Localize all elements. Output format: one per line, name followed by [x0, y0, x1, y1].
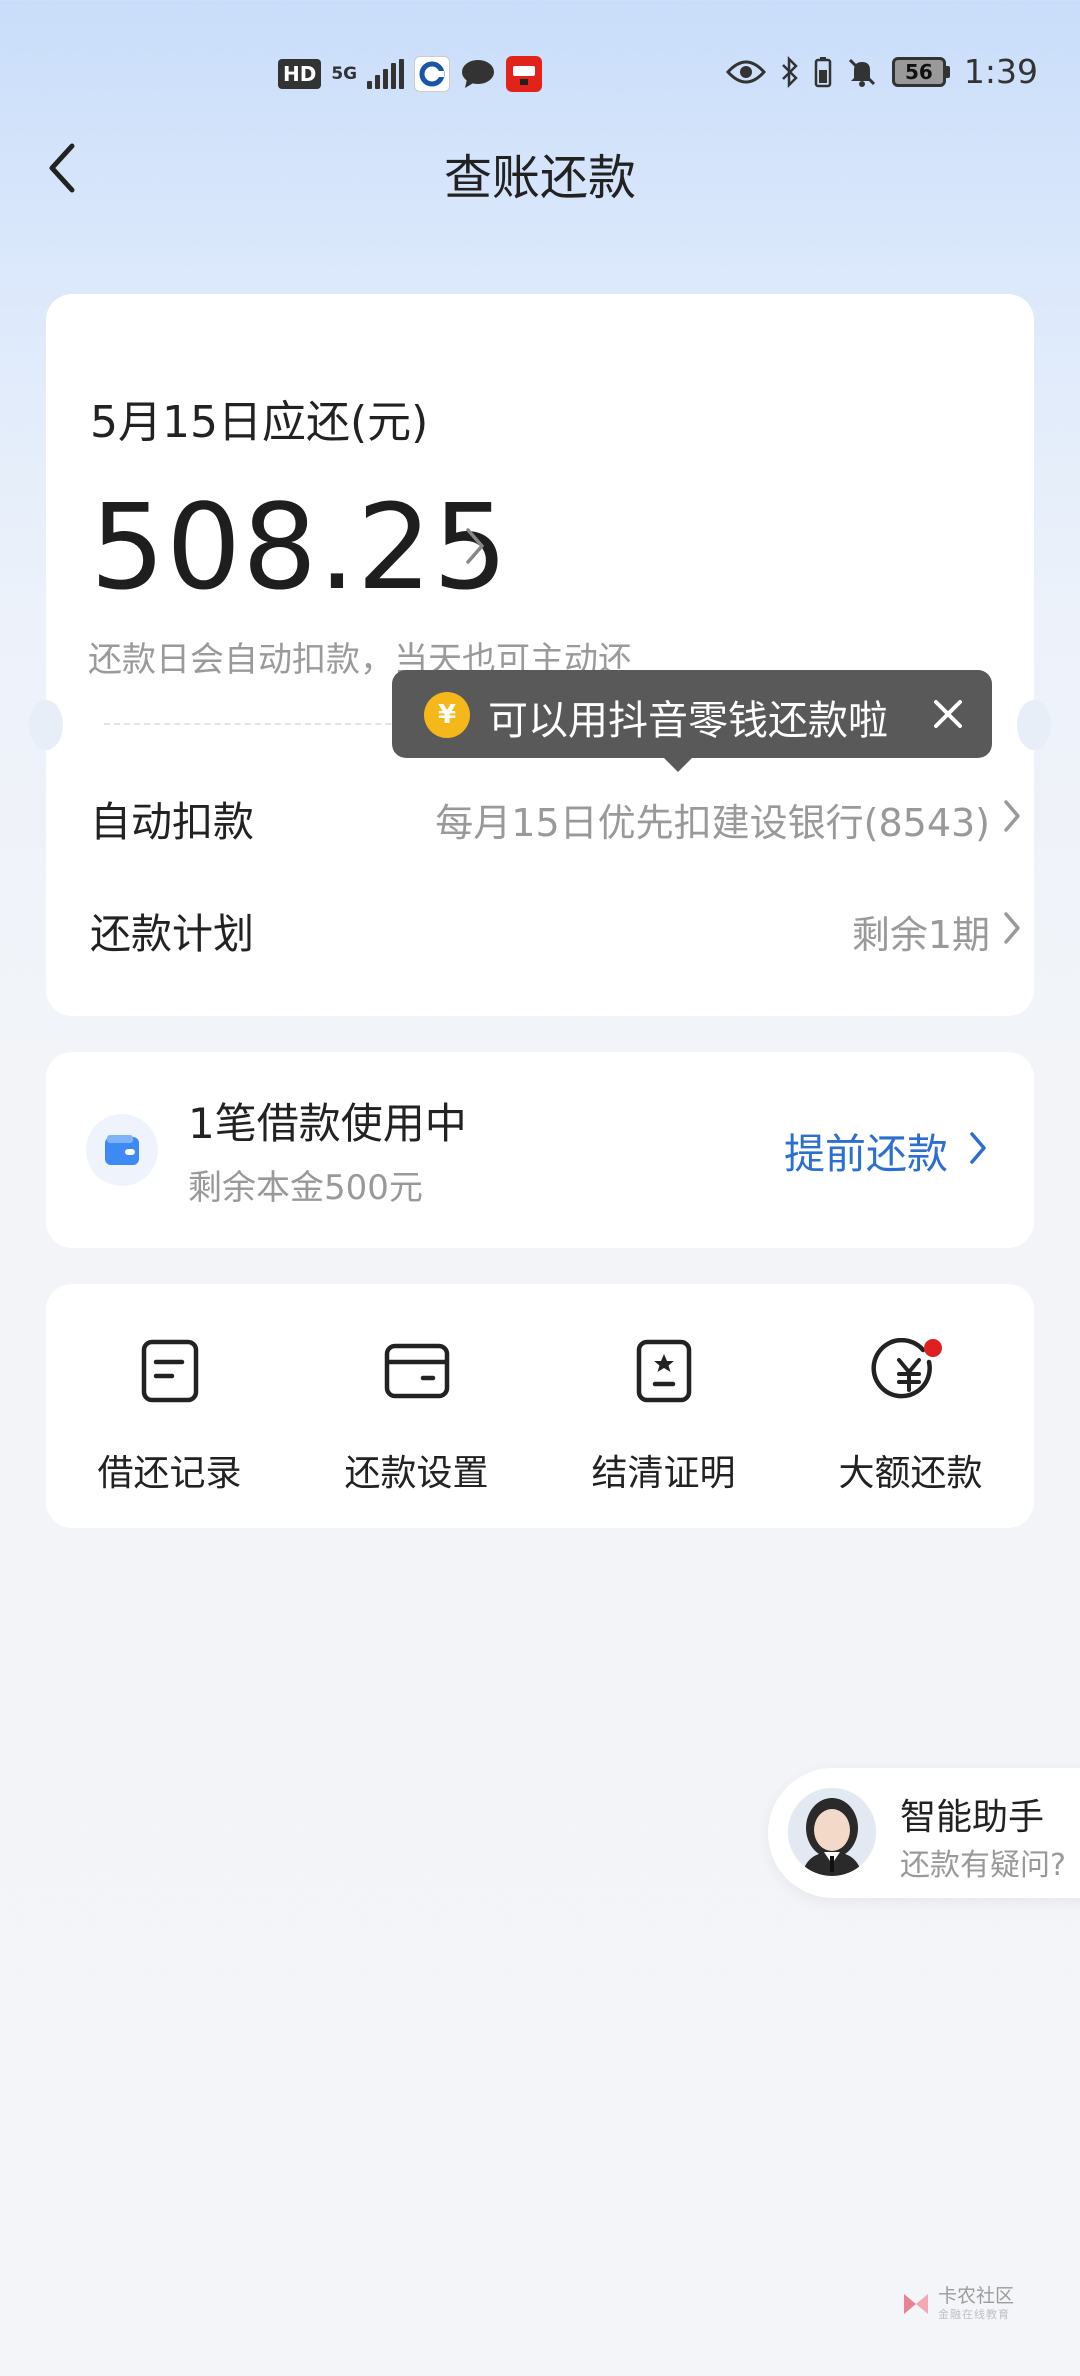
repayment-plan-value: 剩余1期 — [851, 913, 990, 957]
network-type: 5G — [331, 64, 358, 84]
assistant-avatar — [788, 1788, 876, 1876]
auto-debit-value: 每月15日优先扣建设银行(8543) — [435, 801, 990, 845]
mute-bell-icon — [848, 58, 875, 87]
watermark: 卡农社区 金融在线教育 — [900, 2286, 1014, 2322]
wallet-icon — [86, 1114, 158, 1186]
quick-action-label: 还款设置 — [344, 1453, 489, 1494]
chevron-right-icon[interactable] — [966, 1128, 990, 1172]
auto-debit-label: 自动扣款 — [90, 798, 254, 846]
quick-action-label: 结清证明 — [591, 1453, 736, 1494]
certificate-icon — [540, 1338, 787, 1408]
page-title: 查账还款 — [443, 150, 636, 206]
watermark-subtext: 金融在线教育 — [938, 2308, 1010, 2321]
bluetooth-icon — [782, 55, 798, 88]
assistant-subtitle: 还款有疑问? — [900, 1848, 1066, 1883]
vibrate-battery-icon — [814, 56, 832, 87]
clock: 1:39 — [963, 52, 1038, 91]
prepay-button[interactable]: 提前还款 — [784, 1120, 948, 1180]
status-right-icons: 56 1:39 — [725, 52, 1038, 91]
status-left-icons: HD 5G — [278, 56, 543, 92]
divider-notch-right — [1017, 700, 1051, 750]
loan-title: 1笔借款使用中 — [188, 1099, 467, 1148]
yuan-circle-icon — [787, 1338, 1034, 1408]
battery-level: 56 — [891, 56, 946, 87]
pay-app-icon — [506, 56, 543, 92]
coin-icon: ¥ — [424, 692, 470, 738]
due-date-label: 5月15日应还(元) — [90, 397, 429, 448]
battery-icon: 56 — [891, 56, 950, 87]
chevron-right-icon — [1000, 796, 1024, 840]
smart-assistant-button[interactable]: 智能助手 还款有疑问? — [768, 1768, 1080, 1898]
due-amount[interactable]: 508.25 — [90, 478, 509, 616]
chat-bubble-icon — [460, 56, 496, 92]
card-icon — [293, 1338, 540, 1408]
hd-badge: HD — [278, 59, 322, 89]
tooltip-text: 可以用抖音零钱还款啦 — [488, 698, 888, 744]
quick-action-records[interactable]: 借还记录 — [46, 1284, 293, 1528]
watermark-logo-icon — [904, 2294, 928, 2314]
tooltip-banner[interactable]: ¥ 可以用抖音零钱还款啦 — [392, 670, 992, 772]
loan-card[interactable]: 1笔借款使用中 剩余本金500元 提前还款 — [46, 1052, 1034, 1248]
assistant-title: 智能助手 — [900, 1797, 1045, 1838]
bank-app-icon — [414, 56, 451, 92]
quick-action-label: 借还记录 — [97, 1453, 242, 1494]
remaining-principal: 剩余本金500元 — [188, 1168, 423, 1208]
chevron-right-icon — [1000, 908, 1024, 952]
quick-action-settings[interactable]: 还款设置 — [293, 1284, 540, 1528]
eye-icon — [725, 60, 766, 83]
repayment-plan-label: 还款计划 — [90, 910, 254, 958]
document-icon — [46, 1338, 293, 1408]
quick-action-large-repayment[interactable]: 大额还款 — [787, 1284, 1034, 1528]
signal-icon — [367, 59, 405, 89]
quick-action-label: 大额还款 — [838, 1453, 983, 1494]
amount-chevron-icon[interactable] — [462, 524, 488, 572]
close-icon[interactable] — [926, 692, 970, 736]
status-bar: HD 5G 56 1:39 — [0, 0, 1080, 150]
quick-action-settlement-proof[interactable]: 结清证明 — [540, 1284, 787, 1528]
divider-notch-left — [29, 700, 63, 750]
watermark-text: 卡农社区 — [938, 2285, 1015, 2307]
quick-actions-card: 借还记录 还款设置 结清证明 大额还款 — [46, 1284, 1034, 1528]
